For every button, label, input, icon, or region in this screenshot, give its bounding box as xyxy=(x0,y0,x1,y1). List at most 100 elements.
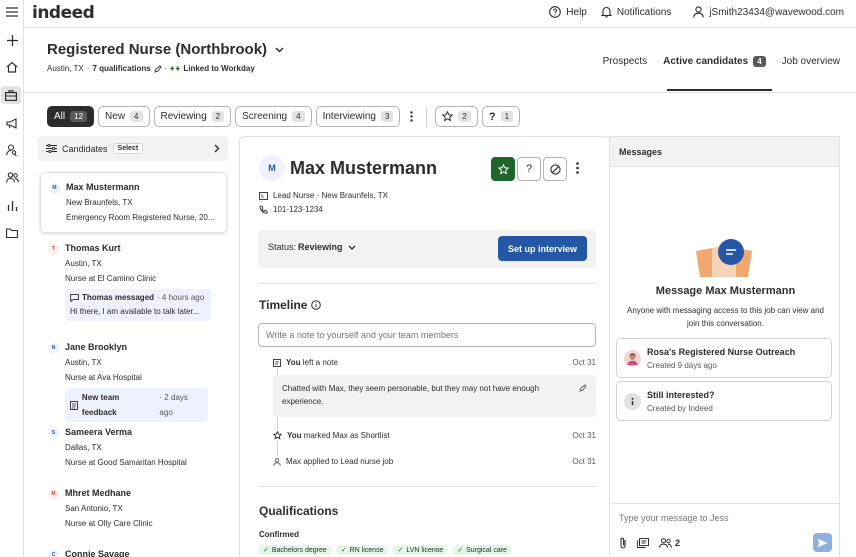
select-button[interactable]: Select xyxy=(112,143,144,154)
job-title-selector[interactable]: Registered Nurse (Northbrook) xyxy=(47,41,284,58)
filter-maybe[interactable]: ? 1 xyxy=(481,106,521,127)
paperclip-icon[interactable] xyxy=(619,537,627,549)
candidate-avatar: M xyxy=(259,155,285,181)
jobs-briefcase-icon[interactable] xyxy=(1,86,21,104)
meta-separator: · xyxy=(86,64,90,73)
participants-button[interactable]: 2 xyxy=(659,538,680,548)
timeline-date: Oct 31 xyxy=(572,431,596,440)
bell-icon xyxy=(600,6,612,18)
reject-button[interactable] xyxy=(543,157,567,181)
filter-count: 3 xyxy=(380,111,394,122)
status-dropdown[interactable]: Status: Reviewing xyxy=(268,242,356,252)
filter-all[interactable]: All 12 xyxy=(47,106,95,127)
message-preview[interactable]: Thomas messaged · 4 hours ago Hi there, … xyxy=(65,289,211,321)
candidate-phone[interactable]: 101-123-1234 xyxy=(273,205,323,214)
note-icon xyxy=(273,358,281,367)
feedback-badge[interactable]: New team feedback · 2 days ago xyxy=(65,388,208,422)
qualification-tag: ✓ Bachelors degree xyxy=(258,545,332,555)
person-search-icon[interactable] xyxy=(3,141,21,159)
participants-count: 2 xyxy=(675,538,681,548)
candidate-location: Dallas, TX xyxy=(65,443,102,452)
filter-new[interactable]: New 4 xyxy=(98,106,150,127)
pencil-icon[interactable] xyxy=(153,64,162,73)
send-button[interactable] xyxy=(813,533,832,552)
job-meta: Austin, TX · 7 qualifications · Linked t… xyxy=(47,64,255,73)
more-filters-kebab-icon[interactable] xyxy=(404,111,418,122)
notifications-label: Notifications xyxy=(616,6,672,18)
list-item-candidate[interactable]: S Sameera Verma Dallas, TX Nurse at Good… xyxy=(40,424,227,470)
analytics-icon[interactable] xyxy=(3,196,21,214)
filter-shortlisted[interactable]: 2 xyxy=(435,106,478,127)
megaphone-icon[interactable] xyxy=(3,114,21,132)
help-link[interactable]: Help xyxy=(549,6,587,18)
chevron-down-icon xyxy=(348,245,355,250)
message-input[interactable]: Type your message to Jess xyxy=(619,513,729,523)
status-label: Status: xyxy=(268,242,297,252)
check-icon: ✓ xyxy=(457,547,464,554)
notes-icon xyxy=(70,400,78,410)
star-icon xyxy=(442,111,454,122)
left-rail xyxy=(0,0,24,557)
account-menu[interactable]: jSmith23434@wavewood.com xyxy=(693,6,844,18)
folder-icon[interactable] xyxy=(3,224,21,242)
timeline-date: Oct 31 xyxy=(572,358,596,367)
list-item-candidate[interactable]: T Thomas Kurt Austin, TX Nurse at El Cam… xyxy=(40,240,227,321)
home-icon[interactable] xyxy=(3,58,21,76)
candidate-avatar: T xyxy=(48,244,59,255)
qualification-label: Bachelors degree xyxy=(271,546,327,554)
chat-icon xyxy=(70,294,79,302)
list-item-candidate[interactable]: N Jane Brooklyn Austin, TX Nurse at Ava … xyxy=(40,339,227,422)
filter-label: New xyxy=(105,111,126,122)
candidate-job: Nurse at El Camino Clinic xyxy=(65,274,157,283)
menu-icon[interactable] xyxy=(3,3,21,21)
filter-interviewing[interactable]: Interviewing 3 xyxy=(315,106,401,127)
list-item-candidate[interactable]: C Connie Savage xyxy=(40,546,227,557)
timeline-actor: You xyxy=(287,431,302,440)
chevron-right-icon[interactable] xyxy=(214,144,220,153)
tab-job-overview[interactable]: Job overview xyxy=(782,56,840,67)
star-icon xyxy=(273,431,282,440)
tab-prospects[interactable]: Prospects xyxy=(603,56,647,67)
send-icon xyxy=(817,538,828,547)
people-icon[interactable] xyxy=(3,168,21,186)
candidate-name: Max Mustermann xyxy=(66,182,140,192)
template-icon[interactable] xyxy=(637,537,649,549)
candidates-label: Candidates xyxy=(62,143,108,154)
filter-label: Interviewing xyxy=(322,111,376,122)
note-input[interactable]: Write a note to yourself and your team m… xyxy=(258,323,596,347)
pencil-icon[interactable] xyxy=(579,384,587,392)
help-label: Help xyxy=(566,6,587,18)
tab-active-candidates[interactable]: Active candidates 4 xyxy=(663,56,772,91)
maybe-button[interactable]: ? xyxy=(517,157,541,181)
tab-count-badge: 4 xyxy=(753,56,766,67)
section-divider xyxy=(258,486,596,487)
help-icon xyxy=(549,6,562,18)
notifications-link[interactable]: Notifications xyxy=(600,6,672,18)
filter-reviewing[interactable]: Reviewing 2 xyxy=(153,106,232,127)
template-card[interactable]: Still interested? Created by Indeed xyxy=(616,381,832,421)
filter-screening[interactable]: Screening 4 xyxy=(235,106,312,127)
set-up-interview-button[interactable]: Set up interview xyxy=(497,236,587,261)
question-icon: ? xyxy=(488,110,496,123)
shortlist-button[interactable] xyxy=(491,157,515,181)
candidate-list-header[interactable]: Candidates Select xyxy=(38,136,228,161)
filter-count: 2 xyxy=(458,111,471,122)
job-qualifications-count: 7 qualifications xyxy=(92,64,151,73)
more-actions-kebab-icon[interactable] xyxy=(576,162,579,174)
plus-icon[interactable] xyxy=(3,31,21,49)
candidate-headline-row: Lead Nurse · New Braunfels, TX xyxy=(259,191,388,200)
timeline-text: left a note xyxy=(302,358,338,367)
candidate-avatar: M xyxy=(49,183,60,194)
list-item-candidate[interactable]: M Mhret Medhane San Antonio, TX Nurse at… xyxy=(40,485,227,531)
account-email: jSmith23434@wavewood.com xyxy=(709,6,844,18)
timeline-text: marked Max as Shortlist xyxy=(303,431,390,440)
timeline-heading: Timeline xyxy=(259,298,322,312)
template-card[interactable]: Rosa's Registered Nurse Outreach Created… xyxy=(616,338,832,378)
rating-buttons: ? xyxy=(491,157,567,181)
candidate-name-heading: Max Mustermann xyxy=(290,158,438,178)
indeed-logo[interactable]: indeed xyxy=(32,3,95,23)
list-item-candidate-selected[interactable]: M Max Mustermann New Braunfels, TX Emerg… xyxy=(40,172,227,233)
info-icon[interactable] xyxy=(311,300,322,310)
person-icon xyxy=(273,457,281,466)
check-icon: ✓ xyxy=(263,547,269,554)
